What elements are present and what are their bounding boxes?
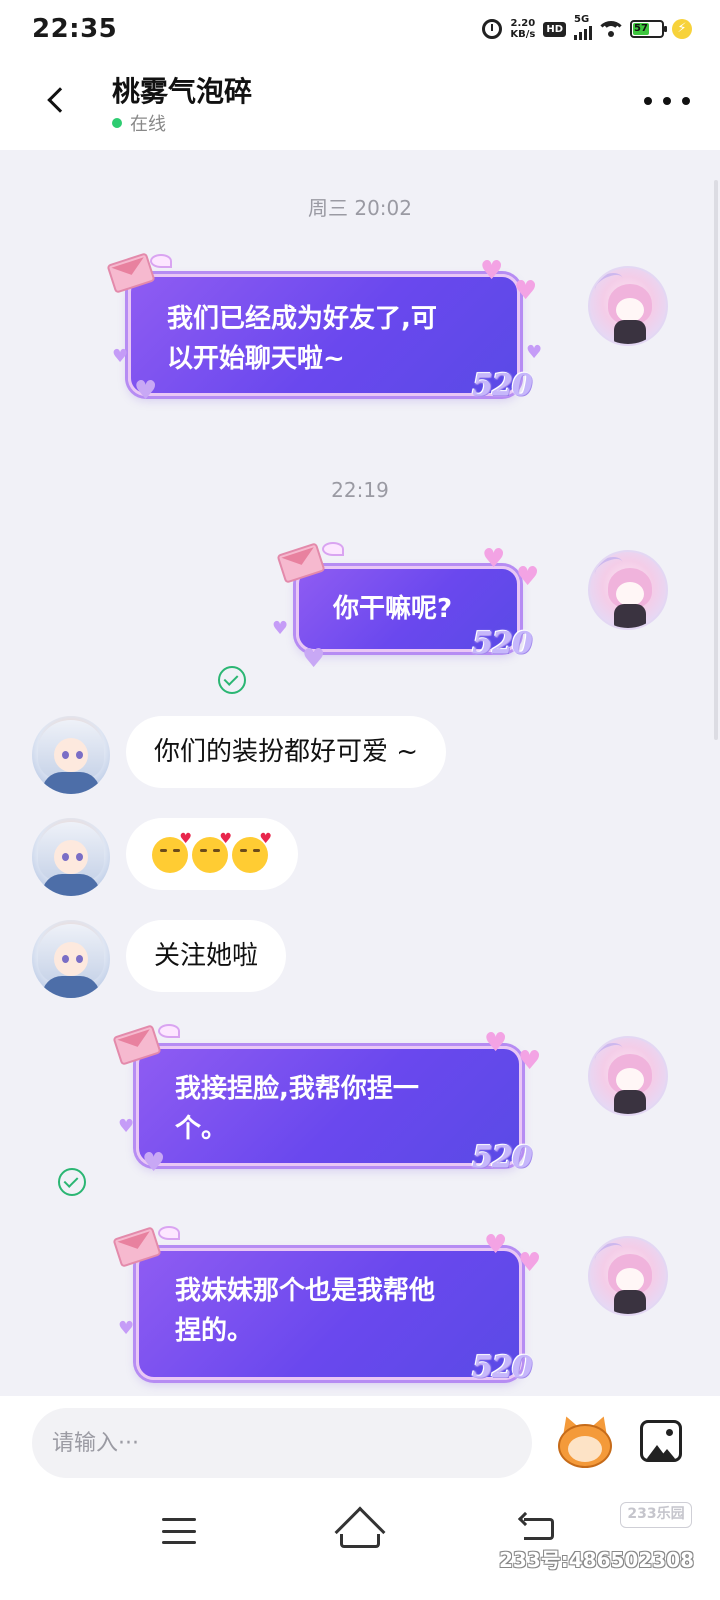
back-button[interactable] xyxy=(36,78,76,122)
friend-avatar[interactable] xyxy=(32,716,110,794)
heart-decoration-icon: ♥ xyxy=(518,1248,542,1278)
system-back-button[interactable] xyxy=(517,1511,556,1544)
battery-icon: 57 xyxy=(630,20,667,38)
message-text: 你干嘛呢? xyxy=(333,594,453,624)
520-badge: 520 xyxy=(472,626,533,661)
hd-icon: HD xyxy=(543,21,566,37)
heart-decoration-icon: ♥ xyxy=(484,1028,508,1058)
home-icon xyxy=(334,1506,386,1558)
wing-decoration-icon xyxy=(158,1024,180,1038)
520-badge: 520 xyxy=(472,1140,533,1175)
heart-decoration-icon: ♥ xyxy=(526,342,543,363)
sent-message-bubble[interactable]: 我们已经成为好友了,可 以开始聊天啦~ xyxy=(128,274,520,396)
heart-decoration-icon: ♥ xyxy=(484,1230,508,1260)
more-options-button[interactable] xyxy=(644,86,690,116)
online-status-label: 在线 xyxy=(130,114,166,135)
chevron-left-icon xyxy=(47,87,73,113)
heart-decoration-icon: ♥ xyxy=(134,376,158,406)
message-text-line: 以开始聊天啦~ xyxy=(167,344,345,374)
wing-decoration-icon xyxy=(158,1226,180,1240)
read-receipt-icon xyxy=(58,1168,86,1196)
chat-header: 桃雾气泡碎 在线 xyxy=(0,58,720,150)
chat-messages[interactable]: 周三 20:02 我们已经成为好友了,可 以开始聊天啦~ ♥ ♥ ♥ ♥ ♥ 5… xyxy=(0,150,720,1396)
message-timestamp: 周三 20:02 xyxy=(308,196,412,220)
wing-decoration-icon xyxy=(322,542,344,556)
contact-name: 桃雾气泡碎 xyxy=(112,75,253,108)
status-icons: 2.20 KB/s HD 5G 57 ⚡ xyxy=(482,14,692,42)
message-input[interactable] xyxy=(32,1408,532,1478)
sent-message-bubble[interactable]: 我妹妹那个也是我帮他 捏的。 xyxy=(136,1248,522,1380)
heart-decoration-icon: ♥ xyxy=(302,644,326,674)
watermark-id: 233号:486502308 xyxy=(499,1548,694,1572)
520-badge: 520 xyxy=(472,368,533,403)
received-message-bubble[interactable]: 你们的装扮都好可爱 ~ xyxy=(126,716,447,788)
recent-apps-button[interactable] xyxy=(162,1518,196,1544)
heart-decoration-icon: ♥ xyxy=(112,346,129,367)
face-blowing-kiss-icon xyxy=(192,803,232,875)
received-message-bubble[interactable] xyxy=(126,803,298,890)
message-text-line: 我们已经成为好友了,可 xyxy=(167,304,437,334)
heart-decoration-icon: ♥ xyxy=(118,1116,135,1137)
wing-decoration-icon xyxy=(150,254,172,268)
home-button[interactable] xyxy=(334,1506,386,1558)
watermark-logo: 233乐园 xyxy=(620,1502,692,1528)
wifi-icon xyxy=(600,21,622,37)
message-timestamp: 22:19 xyxy=(331,478,389,502)
message-text-line: 捏的。 xyxy=(175,1316,254,1346)
face-blowing-kiss-icon xyxy=(232,803,272,875)
pet-mascot-button[interactable] xyxy=(554,1413,616,1472)
heart-decoration-icon: ♥ xyxy=(480,256,504,286)
message-text-line: 我接捏脸,我帮你捏一 xyxy=(175,1074,419,1104)
read-receipt-icon xyxy=(218,666,246,694)
self-avatar[interactable] xyxy=(588,1036,668,1116)
520-badge: 520 xyxy=(472,1350,533,1385)
message-input-bar xyxy=(0,1396,720,1490)
face-blowing-kiss-icon xyxy=(152,803,192,875)
cellular-signal-icon: 5G xyxy=(574,14,592,40)
network-speed: 2.20 KB/s xyxy=(510,18,536,40)
heart-decoration-icon: ♥ xyxy=(482,544,506,574)
heart-decoration-icon: ♥ xyxy=(516,562,540,592)
message-text-line: 我妹妹那个也是我帮他 xyxy=(175,1276,436,1306)
alarm-icon xyxy=(482,19,503,39)
friend-avatar[interactable] xyxy=(32,818,110,896)
online-dot-icon xyxy=(112,118,122,128)
heart-decoration-icon: ♥ xyxy=(118,1318,135,1339)
received-message-bubble[interactable]: 关注她啦 xyxy=(126,920,287,992)
self-avatar[interactable] xyxy=(588,550,668,630)
charging-icon: ⚡ xyxy=(672,19,692,39)
system-navigation-bar: 233乐园 233号:486502308 xyxy=(0,1490,720,1600)
status-bar: 22:35 2.20 KB/s HD 5G 57 ⚡ xyxy=(0,0,720,58)
online-status: 在线 xyxy=(112,110,166,136)
battery-level: 57 xyxy=(633,23,649,35)
heart-decoration-icon: ♥ xyxy=(518,1046,542,1076)
status-time: 22:35 xyxy=(32,14,118,44)
friend-avatar[interactable] xyxy=(32,920,110,998)
heart-decoration-icon: ♥ xyxy=(514,276,538,306)
message-text-line: 个。 xyxy=(175,1114,228,1144)
sent-message-bubble[interactable]: 我接捏脸,我帮你捏一 个。 xyxy=(136,1046,522,1166)
self-avatar[interactable] xyxy=(588,266,668,346)
self-avatar[interactable] xyxy=(588,1236,668,1316)
heart-decoration-icon: ♥ xyxy=(272,618,289,639)
heart-decoration-icon: ♥ xyxy=(142,1148,166,1178)
scrollbar[interactable] xyxy=(714,180,718,740)
image-picker-button[interactable] xyxy=(640,1420,682,1462)
